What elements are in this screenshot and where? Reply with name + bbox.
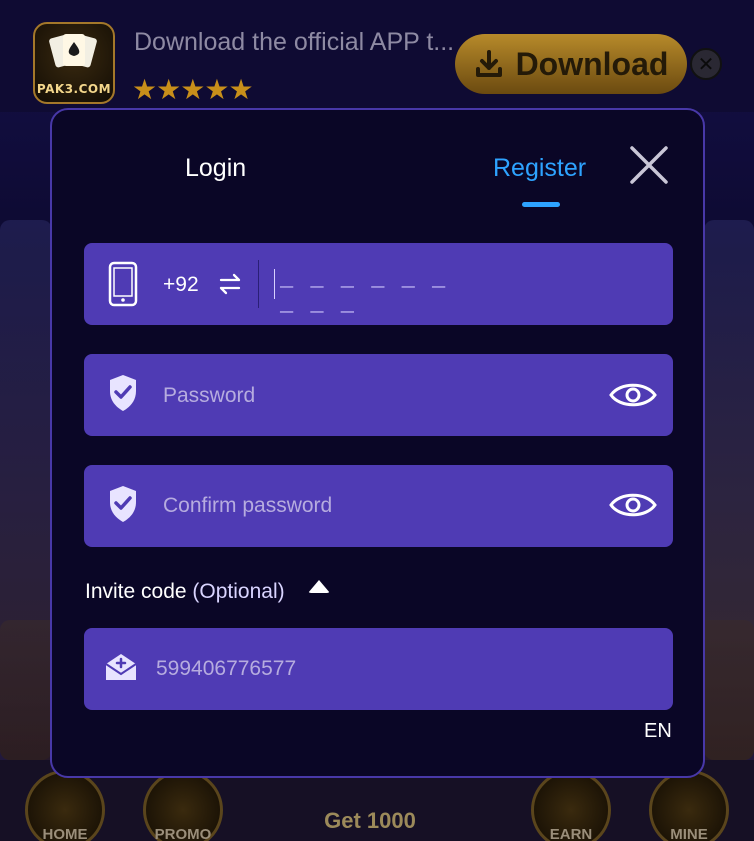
download-icon: [475, 50, 502, 77]
phone-mask: _ _ _ _ _ _ _ _ _: [280, 267, 448, 317]
nav-item-label: PROMO: [154, 826, 212, 841]
download-banner: PAK3.COM Download the official APP t... …: [0, 0, 754, 112]
phone-field[interactable]: +92 _ _ _ _ _ _ _ _ _: [84, 243, 673, 325]
country-code[interactable]: +92: [163, 273, 199, 297]
app-logo: PAK3.COM: [33, 22, 115, 104]
cards-logo-icon: [49, 34, 97, 68]
invite-code-toggle[interactable]: Invite code (Optional): [85, 580, 285, 604]
star-icon: ★: [156, 73, 181, 106]
collapse-caret-icon[interactable]: [308, 580, 330, 593]
confirm-password-field[interactable]: Confirm password: [84, 465, 673, 547]
close-icon: ✕: [697, 52, 715, 76]
shield-check-icon: [110, 375, 136, 411]
app-logo-text: PAK3.COM: [36, 82, 112, 96]
tab-register[interactable]: Register: [493, 154, 586, 183]
nav-item-label: MINE: [670, 826, 708, 841]
swap-arrows-icon[interactable]: [219, 273, 241, 295]
invite-code-field[interactable]: 599406776577: [84, 628, 673, 710]
star-icon: ★: [228, 73, 253, 106]
star-icon: ★: [132, 73, 157, 106]
language-selector[interactable]: EN: [644, 720, 672, 743]
invite-code-value: 599406776577: [156, 657, 297, 680]
phone-input[interactable]: _ _ _ _ _ _ _ _ _: [274, 267, 474, 317]
get-bonus-button[interactable]: Get 1000: [284, 808, 456, 834]
banner-close-button[interactable]: ✕: [690, 48, 722, 80]
nav-item-label: HOME: [42, 826, 88, 841]
confirm-password-placeholder: Confirm password: [163, 494, 333, 517]
phone-icon: [108, 261, 138, 307]
download-label: Download: [515, 45, 669, 82]
invite-optional-label: (Optional): [192, 580, 285, 603]
rating-stars: ★★★★★: [132, 73, 254, 106]
banner-title: Download the official APP t...: [134, 28, 455, 56]
shield-check-icon: [110, 486, 136, 522]
tab-login[interactable]: Login: [185, 154, 246, 183]
invite-code-label: Invite code: [85, 580, 187, 603]
download-button[interactable]: Download: [455, 34, 687, 94]
close-icon[interactable]: [626, 142, 672, 188]
star-icon: ★: [204, 73, 229, 106]
star-icon: ★: [180, 73, 205, 106]
field-divider: [258, 260, 259, 308]
app-root: PAK3.COM Download the official APP t... …: [0, 0, 754, 841]
invite-envelope-icon: [105, 654, 137, 680]
password-placeholder: Password: [163, 384, 256, 407]
eye-icon[interactable]: [608, 378, 658, 412]
text-caret: [274, 269, 275, 299]
active-tab-indicator: [522, 202, 560, 207]
eye-icon[interactable]: [608, 488, 658, 522]
password-field[interactable]: Password: [84, 354, 673, 436]
register-modal: Login Register +92 _ _ _ _ _ _ _ _ _ Pas…: [50, 108, 705, 778]
nav-item-label: EARN: [549, 826, 593, 841]
